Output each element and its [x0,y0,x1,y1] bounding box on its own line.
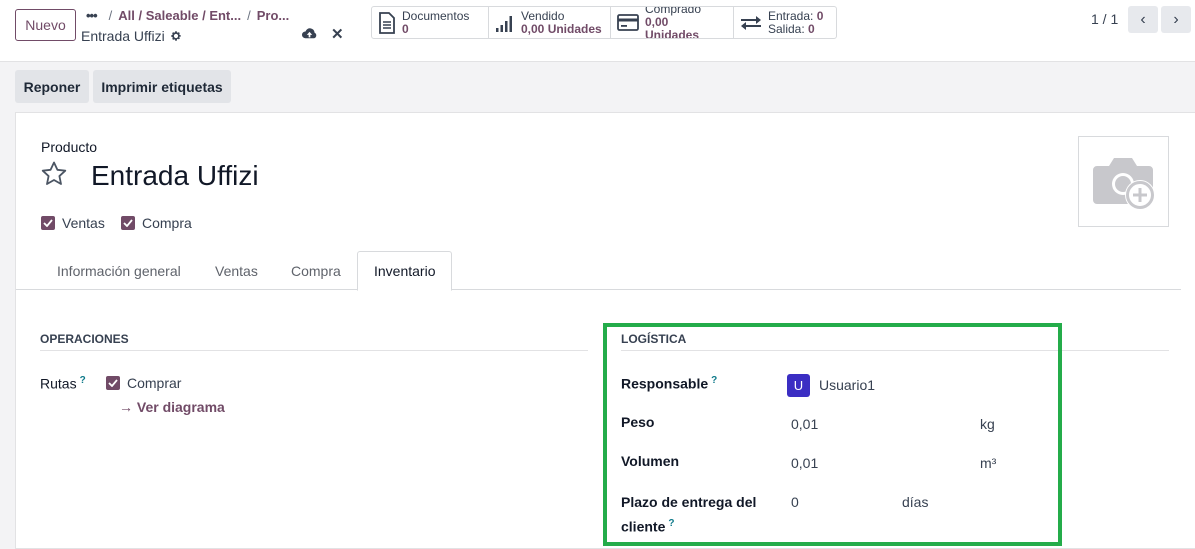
stat-sold[interactable]: Vendido 0,00 Unidades [489,7,611,38]
control-panel: Nuevo ••• / All / Saleable / Ent... / Pro...… [0,0,1195,62]
tab-inventory[interactable]: Inventario [357,251,453,291]
pager-previous-button[interactable]: ‹ [1128,6,1158,33]
highlight-box [603,323,1062,546]
star-icon[interactable] [40,160,68,188]
pager-next-button[interactable]: › [1161,6,1191,33]
stat-sold-value: 0,00 Unidades [521,21,602,36]
record-name: Entrada Uffizi [81,28,182,44]
replenish-button[interactable]: Reponer [15,70,89,103]
stat-purchased[interactable]: Comprado 0,00 Unidades [611,7,734,38]
checkbox-checked-icon[interactable] [121,216,135,230]
stat-sold-label: Vendido [521,8,565,23]
product-image-upload[interactable] [1078,136,1169,227]
pager-value[interactable]: 1 / 1 [1091,11,1118,27]
can-be-sold-label: Ventas [62,215,105,231]
breadcrumb-item-category[interactable]: All / Saleable / Ent... [118,8,241,23]
product-name[interactable]: Entrada Uffizi [91,160,259,192]
can-be-purchased-label: Compra [142,215,192,231]
cloud-upload-icon[interactable] [301,27,318,41]
credit-card-icon [617,14,639,31]
can-be-sold-checkbox[interactable]: Ventas [41,215,105,231]
bar-chart-icon [496,15,512,32]
checkbox-checked-icon[interactable] [41,216,55,230]
routes-label: Rutas? [40,375,86,392]
camera-add-icon [1092,157,1155,210]
checkbox-checked-icon[interactable] [106,376,120,390]
stat-in-out[interactable]: Entrada: 0 Salida: 0 [734,7,836,38]
stat-purchased-value: 0,00 Unidades [645,15,700,39]
notebook-tabs: Información general Ventas Compra Invent… [16,251,1181,291]
chevron-left-icon: ‹ [1140,10,1146,28]
help-tooltip-icon[interactable]: ? [80,375,86,386]
route-buy-checkbox[interactable]: Comprar [106,375,181,391]
tab-general-info[interactable]: Información general [41,251,197,290]
product-type-label: Producto [41,139,98,155]
view-diagram-link[interactable]: → Ver diagrama [119,399,225,415]
arrow-right-icon: → [119,399,133,415]
stat-documents[interactable]: Documentos 0 [372,7,489,38]
print-labels-button[interactable]: Imprimir etiquetas [93,70,231,103]
can-be-purchased-checkbox[interactable]: Compra [121,215,192,231]
stat-documents-label: Documentos [402,8,470,23]
breadcrumb: ••• / All / Saleable / Ent... / Pro... [86,8,290,23]
discard-icon[interactable]: ✕ [331,27,344,42]
gear-icon[interactable] [170,30,182,42]
new-button[interactable]: Nuevo [15,9,76,41]
record-name-text: Entrada Uffizi [81,28,165,44]
transfer-arrows-icon [741,15,761,30]
chevron-right-icon: › [1173,10,1179,28]
document-icon [379,11,395,34]
stat-documents-value: 0 [402,21,409,36]
route-buy-label: Comprar [127,375,182,391]
operations-section-title: OPERACIONES [40,332,129,346]
breadcrumb-item-product[interactable]: Pro... [257,8,290,23]
tab-sales[interactable]: Ventas [199,251,274,290]
operations-divider [40,350,588,351]
tab-purchase[interactable]: Compra [275,251,357,290]
smart-buttons: Documentos 0 Vendido 0,00 Unidades Comprad… [371,6,837,39]
breadcrumb-more-icon[interactable]: ••• [86,8,98,23]
stat-out: Salida: 0 [768,21,815,36]
